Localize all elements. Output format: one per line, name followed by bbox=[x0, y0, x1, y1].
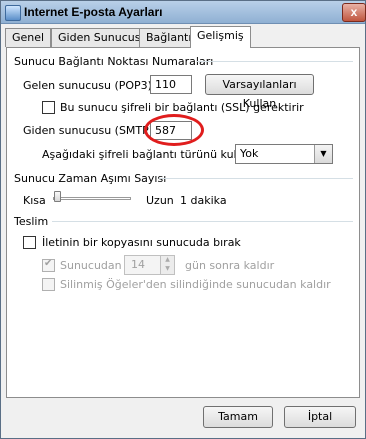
stepper-down-icon[interactable]: ▼ bbox=[160, 265, 174, 274]
stepper-up-icon[interactable]: ▲ bbox=[160, 256, 174, 265]
settings-dialog: Internet E-posta Ayarları x Genel Giden … bbox=[0, 0, 366, 439]
cancel-button[interactable]: İptal bbox=[284, 406, 356, 428]
ssl-checkbox-label: Bu sunucu şifreli bir bağlantı (SSL) ger… bbox=[60, 101, 304, 114]
section-divider bbox=[52, 221, 353, 222]
title-bar[interactable]: Internet E-posta Ayarları x bbox=[1, 1, 366, 24]
advanced-panel: Sunucu Bağlantı Noktası Numaraları Gelen… bbox=[6, 47, 360, 398]
timeout-long-label: Uzun bbox=[146, 194, 174, 207]
use-defaults-button[interactable]: Varsayılanları Kullan bbox=[205, 74, 314, 110]
timeout-slider-track[interactable] bbox=[53, 197, 131, 200]
mail-app-icon bbox=[5, 5, 21, 21]
encryption-type-label: Aşağıdaki şifreli bağlantı türünü kullan… bbox=[42, 148, 258, 161]
leave-copy-label: İletinin bir kopyasını sunucuda bırak bbox=[42, 236, 241, 249]
checkmark-icon: ✔ bbox=[44, 258, 53, 269]
remove-deleted-label: Silinmiş Öğeler'den silindiğinde sunucud… bbox=[60, 278, 331, 291]
server-ports-heading: Sunucu Bağlantı Noktası Numaraları bbox=[14, 55, 214, 68]
section-divider bbox=[159, 178, 353, 179]
remove-deleted-checkbox[interactable] bbox=[42, 278, 55, 291]
window-title: Internet E-posta Ayarları bbox=[24, 5, 163, 19]
incoming-server-label: Gelen sunucusu (POP3): bbox=[23, 79, 156, 92]
remove-after-checkbox[interactable]: ✔ bbox=[42, 258, 55, 272]
timeout-short-label: Kısa bbox=[23, 194, 46, 207]
close-button[interactable]: x bbox=[342, 3, 366, 22]
outgoing-server-label: Giden sunucusu (SMTP): bbox=[23, 124, 157, 137]
timeout-heading: Sunucu Zaman Aşımı Sayısı bbox=[14, 172, 167, 185]
tab-advanced[interactable]: Gelişmiş bbox=[190, 26, 251, 48]
delivery-heading: Teslim bbox=[14, 215, 49, 228]
incoming-port-input[interactable]: 110 bbox=[150, 75, 192, 94]
tab-general[interactable]: Genel bbox=[5, 28, 52, 47]
remove-after-suffix: gün sonra kaldır bbox=[185, 259, 275, 272]
leave-copy-checkbox[interactable] bbox=[23, 236, 36, 249]
ssl-checkbox[interactable] bbox=[42, 101, 55, 114]
encryption-type-value: Yok bbox=[240, 147, 259, 160]
timeout-slider-thumb[interactable] bbox=[54, 191, 61, 202]
chevron-down-icon[interactable]: ▼ bbox=[314, 145, 332, 163]
remove-after-prefix: Sunucudan bbox=[60, 259, 122, 272]
timeout-value-label: 1 dakika bbox=[180, 194, 227, 207]
remove-after-days-stepper[interactable]: 14 ▲ ▼ bbox=[124, 255, 175, 275]
encryption-type-select[interactable]: Yok ▼ bbox=[235, 144, 333, 164]
section-divider bbox=[197, 61, 353, 62]
annotation-circle bbox=[144, 114, 204, 146]
remove-after-days-value: 14 bbox=[131, 258, 145, 271]
ok-button[interactable]: Tamam bbox=[203, 406, 273, 428]
